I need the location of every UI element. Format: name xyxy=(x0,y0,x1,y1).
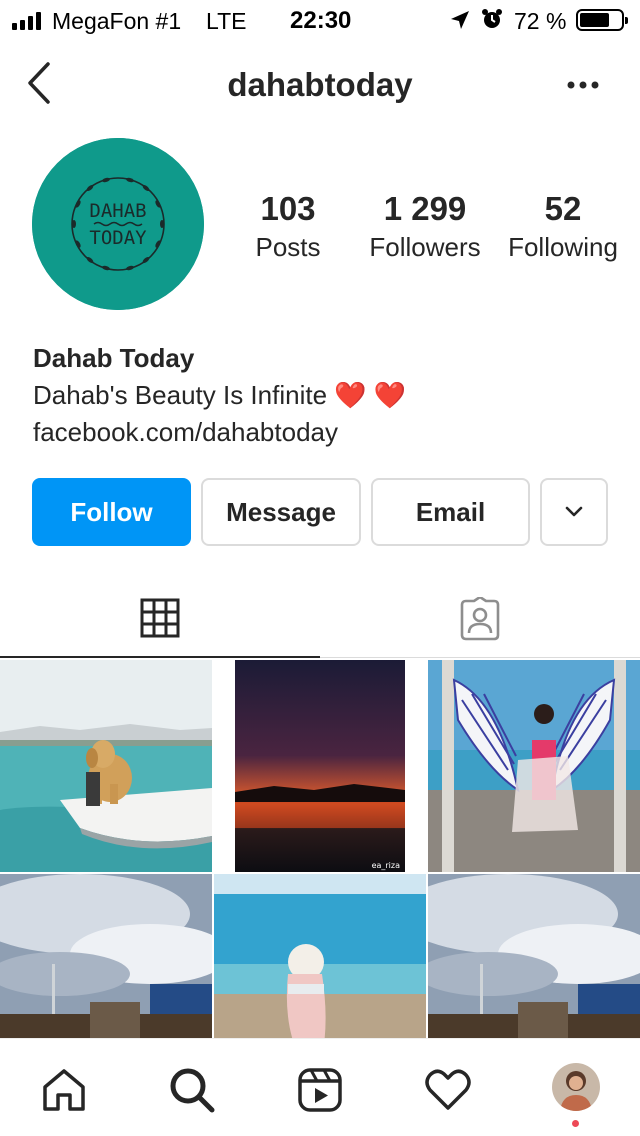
reels-icon xyxy=(298,1068,342,1112)
battery-icon xyxy=(576,9,628,31)
following-count: 52 xyxy=(544,190,582,227)
following-stat[interactable]: 52 Following xyxy=(500,190,626,264)
posts-stat[interactable]: 103 Posts xyxy=(238,190,338,264)
posts-label: Posts xyxy=(255,232,321,262)
bio-link[interactable]: facebook.com/dahabtoday xyxy=(33,414,406,451)
heart-icon xyxy=(425,1069,471,1110)
followers-count: 1 299 xyxy=(383,190,467,227)
profile-bio: Dahab Today Dahab's Beauty Is Infinite ❤… xyxy=(33,340,406,451)
display-name: Dahab Today xyxy=(33,343,195,373)
network-type: LTE xyxy=(206,8,247,34)
search-icon xyxy=(170,1068,215,1113)
posts-count: 103 xyxy=(260,190,316,227)
follow-button[interactable]: Follow xyxy=(32,478,191,546)
posts-grid: ea_riza xyxy=(0,660,640,1038)
signal-icon xyxy=(12,12,41,30)
battery-percent: 72 % xyxy=(514,8,567,34)
profile-username: dahabtoday xyxy=(227,66,413,103)
message-button[interactable]: Message xyxy=(201,478,361,546)
nav-home[interactable] xyxy=(39,1065,89,1115)
nav-search[interactable] xyxy=(167,1065,217,1115)
status-time: 22:30 xyxy=(290,7,352,34)
post-watermark: ea_riza xyxy=(372,861,401,870)
tab-posts-grid[interactable] xyxy=(0,580,320,658)
bottom-navigation xyxy=(0,1038,640,1136)
suggested-accounts-button[interactable] xyxy=(540,478,608,546)
tagged-person-icon xyxy=(460,596,500,640)
carrier-name: MegaFon #1 xyxy=(52,8,182,34)
nav-profile-avatar[interactable] xyxy=(552,1063,600,1111)
followers-stat[interactable]: 1 299 Followers xyxy=(362,190,488,264)
home-icon xyxy=(43,1069,85,1111)
followers-label: Followers xyxy=(369,232,481,262)
notification-dot xyxy=(572,1120,579,1127)
post-thumbnail[interactable] xyxy=(0,874,212,1038)
post-thumbnail[interactable] xyxy=(0,660,212,872)
email-button[interactable]: Email xyxy=(371,478,530,546)
post-thumbnail[interactable]: ea_riza xyxy=(214,660,426,872)
post-thumbnail[interactable] xyxy=(214,874,426,1038)
avatar-logo-text-1: DAHAB xyxy=(89,200,146,222)
profile-tabs xyxy=(0,580,640,658)
nav-activity[interactable] xyxy=(423,1065,473,1115)
avatar-logo-text-2: TODAY xyxy=(89,227,147,249)
post-thumbnail[interactable] xyxy=(428,660,640,872)
location-icon xyxy=(451,11,469,29)
bio-text: Dahab's Beauty Is Infinite ❤️ ❤️ xyxy=(33,380,407,410)
grid-icon xyxy=(140,598,180,638)
following-label: Following xyxy=(508,232,618,262)
alarm-icon xyxy=(482,9,502,28)
tab-tagged[interactable] xyxy=(320,580,640,658)
status-bar: MegaFon #1 LTE 22:30 72 % xyxy=(0,0,640,42)
chevron-down-icon xyxy=(565,506,583,517)
profile-avatar[interactable]: DAHAB TODAY xyxy=(32,138,204,310)
nav-reels[interactable] xyxy=(295,1065,345,1115)
profile-header: dahabtoday xyxy=(0,50,640,118)
post-thumbnail[interactable] xyxy=(428,874,640,1038)
more-horizontal-icon[interactable] xyxy=(566,80,600,90)
